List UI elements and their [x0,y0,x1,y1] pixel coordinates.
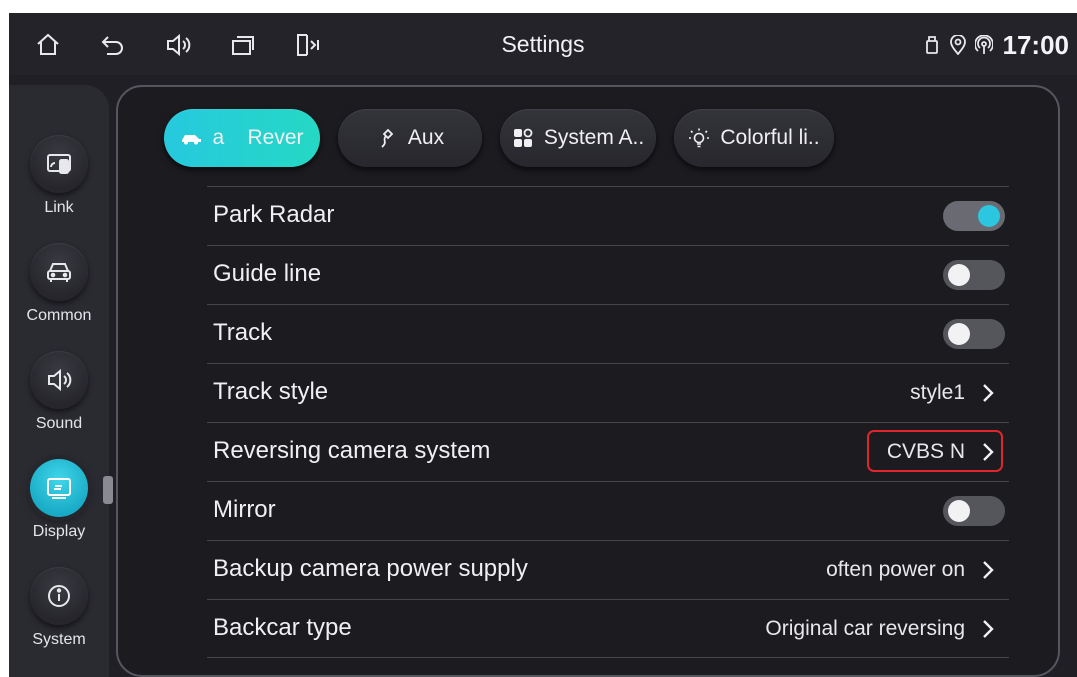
sidebar-item-label: Common [26,307,92,324]
tab-label: Aux [407,126,445,149]
setting-label: Guide line [213,260,322,287]
car-reverse-icon [182,135,202,145]
tab-system-apps[interactable]: System A.. [500,109,656,167]
setting-value: often power on [826,558,965,581]
track-toggle[interactable] [943,319,1005,349]
setting-value: style1 [910,381,965,404]
setting-value: CVBS N [886,440,965,463]
page-title: Settings [501,31,585,57]
sidebar-item-label: Link [44,199,74,216]
sidebar-item-label: System [32,631,86,648]
chevron-right-icon [983,561,994,579]
sidebar-item-label: Sound [35,415,83,432]
toggle-knob [948,323,970,345]
sidebar-item-sound[interactable]: Sound [9,351,109,433]
tab-label: Colorful li.. [720,126,820,149]
head-unit-screen: Settings 17:00 Link Common Sound Display… [9,13,1077,677]
setting-label: Park Radar [213,201,335,228]
toggle-knob [948,264,970,286]
settings-sidebar: Link Common Sound Display System [9,85,109,677]
status-indicators: 17:00 [923,27,1070,63]
settings-panel: a Rever Aux System A.. Colorful li.. Par… [116,85,1060,677]
sidebar-item-common[interactable]: Common [9,243,109,325]
sidebar-item-display[interactable]: Display [9,459,109,541]
sidebar-item-label: Display [32,523,86,540]
info-icon [30,567,88,625]
tab-label: a Rever [212,126,304,149]
setting-label: Track style [213,378,329,405]
tab-label: System A.. [543,126,645,149]
setting-label: Backup camera power supply [213,555,528,582]
light-bulb-icon [689,128,710,148]
sidebar-item-link[interactable]: Link [9,135,109,217]
park-radar-toggle[interactable] [943,201,1005,231]
speaker-icon [30,351,88,409]
guide-line-toggle[interactable] [943,260,1005,290]
setting-row-track[interactable]: Track [207,304,1009,363]
setting-row-reversing-camera-system[interactable]: Reversing camera system CVBS N [207,422,1009,481]
setting-row-guide-line[interactable]: Guide line [207,245,1009,304]
setting-label: Mirror [213,496,276,523]
active-indicator [103,476,113,504]
tab-reversing[interactable]: a Rever [164,109,320,167]
mirror-toggle[interactable] [943,496,1005,526]
setting-row-backcar-type[interactable]: Backcar type Original car reversing [207,599,1009,658]
chevron-right-icon [983,620,994,638]
usb-icon [925,36,938,54]
car-icon [30,243,88,301]
tab-colorful-lights[interactable]: Colorful li.. [674,109,834,167]
setting-label: Track [213,319,273,346]
setting-label: Backcar type [213,614,352,641]
location-icon [949,35,966,55]
aux-cable-icon [381,128,394,148]
hotspot-icon [974,35,993,54]
sidebar-item-system[interactable]: System [9,567,109,649]
chevron-right-icon [983,384,994,402]
tab-aux[interactable]: Aux [338,109,482,167]
apps-grid-icon [513,128,533,147]
setting-row-park-radar[interactable]: Park Radar [207,186,1009,245]
phone-link-icon [30,135,88,193]
setting-value: Original car reversing [765,617,965,640]
toggle-knob [978,205,1000,227]
chevron-right-icon [983,443,994,461]
status-bar: Settings 17:00 [9,13,1077,75]
tab-bar: a Rever Aux System A.. Colorful li.. [118,87,1062,187]
toggle-knob [948,500,970,522]
setting-label: Reversing camera system [213,437,491,464]
setting-row-track-style[interactable]: Track style style1 [207,363,1009,422]
display-icon [30,459,88,517]
setting-row-backup-camera-power[interactable]: Backup camera power supply often power o… [207,540,1009,599]
setting-row-mirror[interactable]: Mirror [207,481,1009,540]
clock: 17:00 [1002,29,1070,60]
